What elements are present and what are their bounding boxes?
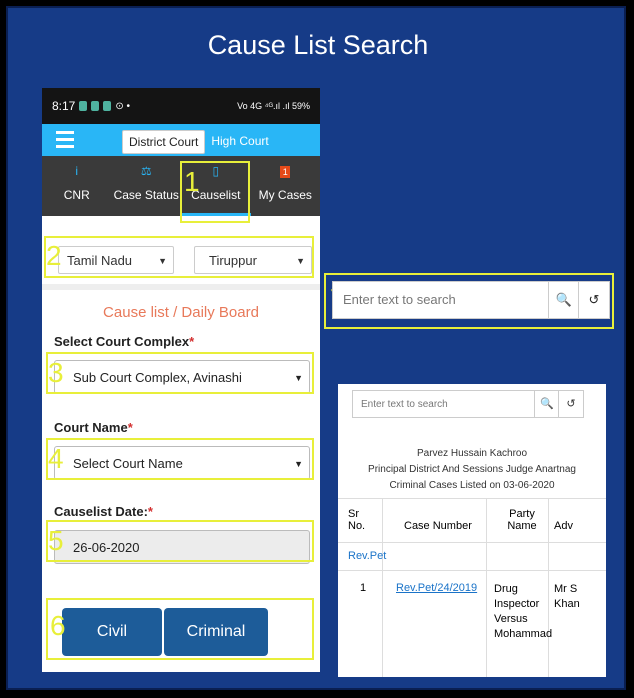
highlight-box-5 <box>46 520 314 562</box>
row-party: Drug Inspector Versus Mohammad <box>494 583 553 640</box>
highlight-box-3 <box>46 352 314 394</box>
reset-icon[interactable]: ↺ <box>558 391 583 417</box>
tab-cnr[interactable]: i CNR <box>42 156 112 216</box>
tab-label: CNR <box>63 188 90 202</box>
required-mark: * <box>147 504 153 519</box>
row-sr: 1 <box>360 582 367 594</box>
app-bar: District Court High Court <box>42 124 320 156</box>
search-input[interactable]: Enter text to search 🔍 ↺ <box>332 281 610 319</box>
case-number-link[interactable]: Rev.Pet/24/2019 <box>396 582 477 594</box>
search-bar-callout: 7 Enter text to search 🔍 ↺ <box>324 273 614 329</box>
hamburger-menu-icon[interactable] <box>56 131 74 149</box>
required-mark: * <box>127 420 133 435</box>
label-text: Causelist Date: <box>54 504 148 519</box>
info-icon: i <box>75 164 79 178</box>
court-toggle: District Court High Court <box>122 130 275 154</box>
required-mark: * <box>189 334 195 349</box>
search-icon[interactable]: 🔍 <box>534 391 559 417</box>
row-advocate: Mr S Khan <box>554 583 580 610</box>
column-header: Party Name <box>507 508 537 532</box>
dot-icon: ⊙ • <box>115 100 131 112</box>
label-text: Select Court Complex <box>54 334 190 349</box>
causelist-date-label: Causelist Date:* <box>54 504 153 519</box>
reset-icon[interactable]: ↺ <box>578 282 609 318</box>
screen-frame: Cause List Search 8:17 ⊙ • Vo 4G ⁴ᴳ.ıl .… <box>6 6 626 690</box>
column-header: Sr No. <box>348 508 366 532</box>
listing-date: Criminal Cases Listed on 03-06-2020 <box>389 480 555 491</box>
highlight-box-6 <box>46 598 314 660</box>
column-divider <box>548 498 549 677</box>
column-header: Case Number <box>404 520 472 532</box>
label-text: Court Name <box>54 420 128 435</box>
highlight-box-4 <box>46 438 314 480</box>
page-title: Cause List Search <box>207 30 429 60</box>
badge-icon: 1 <box>251 164 321 180</box>
tab-case-status[interactable]: ⚖ Case Status <box>112 156 182 216</box>
divider <box>338 542 606 543</box>
marker-5: 5 <box>48 525 64 556</box>
divider <box>338 570 606 571</box>
notification-icon <box>79 101 88 111</box>
court-name: Principal District And Sessions Judge An… <box>368 464 576 475</box>
court-name-label: Court Name* <box>54 420 133 435</box>
marker-6: 6 <box>50 610 66 641</box>
search-icon[interactable]: 🔍 <box>548 282 579 318</box>
result-search-input[interactable]: Enter text to search 🔍 ↺ <box>352 390 584 418</box>
group-label: Rev.Pet <box>348 550 387 562</box>
column-divider <box>382 498 383 677</box>
tab-label: Case Status <box>113 188 179 202</box>
scales-icon: ⚖ <box>140 164 152 178</box>
judge-name: Parvez Hussain Kachroo <box>416 448 528 459</box>
divider <box>42 284 320 290</box>
tab-my-cases[interactable]: 1 My Cases <box>251 156 321 216</box>
marker-4: 4 <box>48 443 64 474</box>
marker-2: 2 <box>46 240 62 271</box>
notification-icon <box>91 101 100 111</box>
high-court-button[interactable]: High Court <box>205 130 274 152</box>
my-cases-badge: 1 <box>280 166 291 178</box>
court-complex-label: Select Court Complex* <box>54 334 194 349</box>
notification-icon <box>103 101 112 111</box>
section-title: Cause list / Daily Board <box>103 304 259 321</box>
status-right: Vo 4G ⁴ᴳ.ıl .ıl 59% <box>237 101 310 111</box>
marker-3: 3 <box>48 357 64 388</box>
result-search-placeholder: Enter text to search <box>361 399 448 410</box>
search-placeholder: Enter text to search <box>343 292 456 307</box>
column-header: Adv <box>554 520 573 532</box>
divider <box>338 498 606 499</box>
highlight-box-2 <box>44 236 314 278</box>
column-divider <box>486 498 487 677</box>
status-time: 8:17 <box>52 99 76 113</box>
tab-label: My Cases <box>258 188 312 202</box>
district-court-button[interactable]: District Court <box>122 130 206 154</box>
marker-1: 1 <box>184 166 200 197</box>
result-preview: Enter text to search 🔍 ↺ Parvez Hussain … <box>338 384 606 677</box>
status-bar: 8:17 ⊙ • Vo 4G ⁴ᴳ.ıl .ıl 59% <box>42 88 320 124</box>
